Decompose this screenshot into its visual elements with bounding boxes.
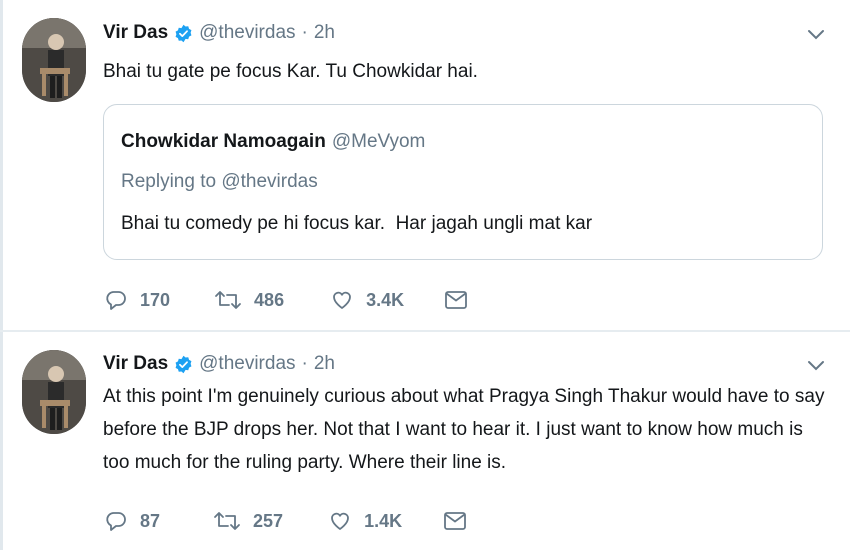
reply-icon: [106, 512, 126, 531]
display-name[interactable]: Vir Das: [103, 353, 168, 375]
retweet-count: 486: [254, 289, 285, 310]
heart-icon: [333, 291, 351, 309]
chevron-down-icon[interactable]: [806, 359, 826, 373]
direct-message-button[interactable]: [444, 289, 480, 311]
avatar[interactable]: [22, 350, 86, 434]
avatar[interactable]: [22, 18, 86, 102]
user-handle[interactable]: @thevirdas: [199, 22, 295, 44]
reply-icon: [106, 291, 126, 310]
envelope-icon: [445, 291, 468, 309]
replying-to-label: Replying to @thevirdas: [121, 171, 318, 192]
envelope-icon: [444, 512, 467, 530]
reply-button[interactable]: 87: [104, 509, 160, 533]
timestamp[interactable]: 2h: [314, 22, 335, 44]
tweet-text: At this point I'm genuinely curious abou…: [103, 386, 825, 473]
quoted-tweet-header: Chowkidar Namoagain @MeVyom: [121, 131, 425, 153]
tweet[interactable]: Vir Das @thevirdas · 2h At this point I'…: [0, 332, 850, 550]
like-count: 1.4K: [364, 510, 403, 531]
quoted-display-name: Chowkidar Namoagain: [121, 131, 326, 152]
retweet-count: 257: [253, 510, 284, 531]
user-handle[interactable]: @thevirdas: [199, 353, 295, 375]
quoted-user-handle: @MeVyom: [331, 131, 426, 152]
heart-icon: [331, 512, 349, 530]
like-button[interactable]: 3.4K: [330, 288, 404, 312]
avatar-photo: [22, 350, 86, 434]
retweet-icon: [215, 291, 241, 309]
display-name[interactable]: Vir Das: [103, 22, 168, 44]
tweet-actions: 170 486 3.4K: [104, 286, 480, 314]
separator-dot: ·: [301, 22, 308, 43]
quoted-tweet[interactable]: Chowkidar Namoagain @MeVyom Replying to @…: [103, 104, 823, 260]
tweet-header: Vir Das @thevirdas · 2h: [103, 349, 335, 379]
retweet-icon: [214, 512, 240, 530]
reply-count: 170: [140, 289, 171, 310]
like-count: 3.4K: [366, 289, 405, 310]
chevron-down-icon[interactable]: [806, 28, 826, 42]
tweet-text: Bhai tu gate pe focus Kar. Tu Chowkidar …: [103, 61, 478, 82]
retweet-button[interactable]: 486: [214, 288, 284, 312]
tweet[interactable]: Vir Das @thevirdas · 2h Bhai tu gate pe …: [0, 0, 850, 330]
verified-badge-icon: [174, 24, 193, 43]
quoted-tweet-text: Bhai tu comedy pe hi focus kar. Har jaga…: [121, 213, 593, 234]
reply-button[interactable]: 170: [104, 288, 170, 312]
reply-count: 87: [140, 510, 161, 531]
separator-dot: ·: [301, 353, 308, 374]
timestamp[interactable]: 2h: [314, 353, 335, 375]
verified-badge-icon: [174, 355, 193, 374]
direct-message-button[interactable]: [443, 510, 479, 532]
retweet-button[interactable]: 257: [213, 509, 283, 533]
tweet-actions: 87 257 1.4K: [104, 507, 479, 535]
avatar-photo: [22, 18, 86, 102]
like-button[interactable]: 1.4K: [328, 509, 402, 533]
tweet-header: Vir Das @thevirdas · 2h: [103, 18, 335, 48]
